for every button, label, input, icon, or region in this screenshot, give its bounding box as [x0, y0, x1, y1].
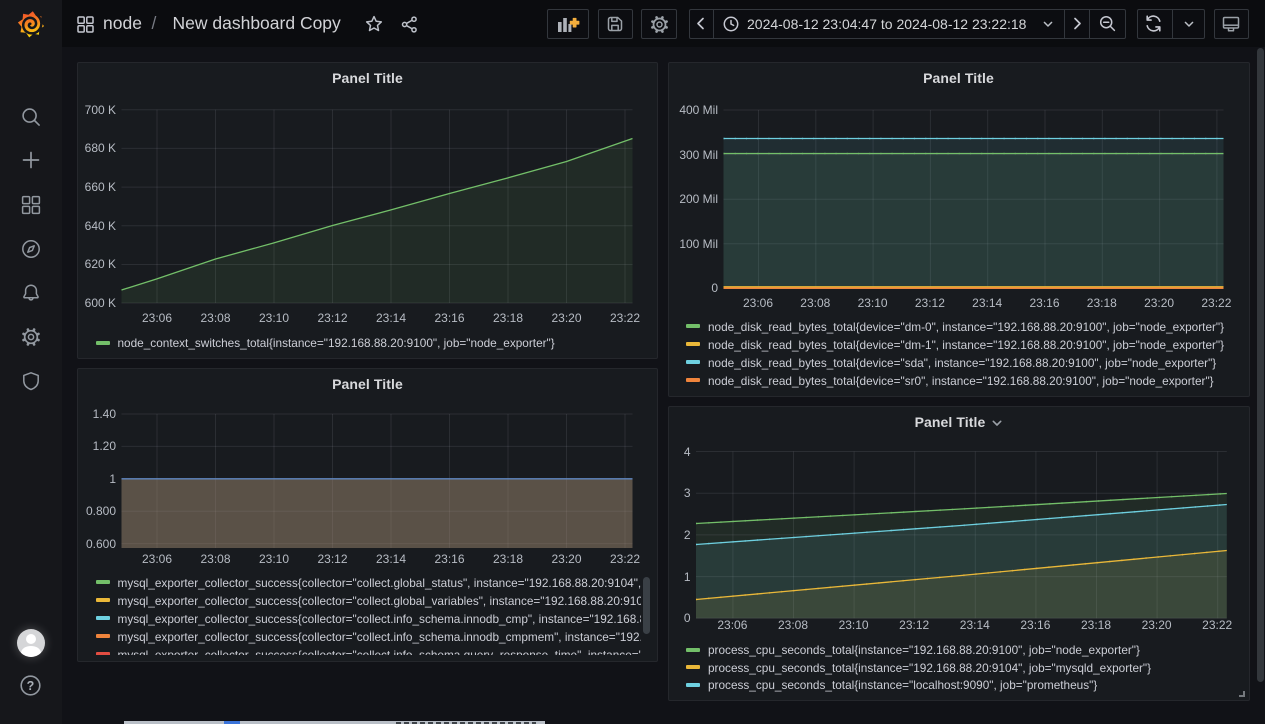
svg-text:?: ?	[27, 679, 35, 693]
